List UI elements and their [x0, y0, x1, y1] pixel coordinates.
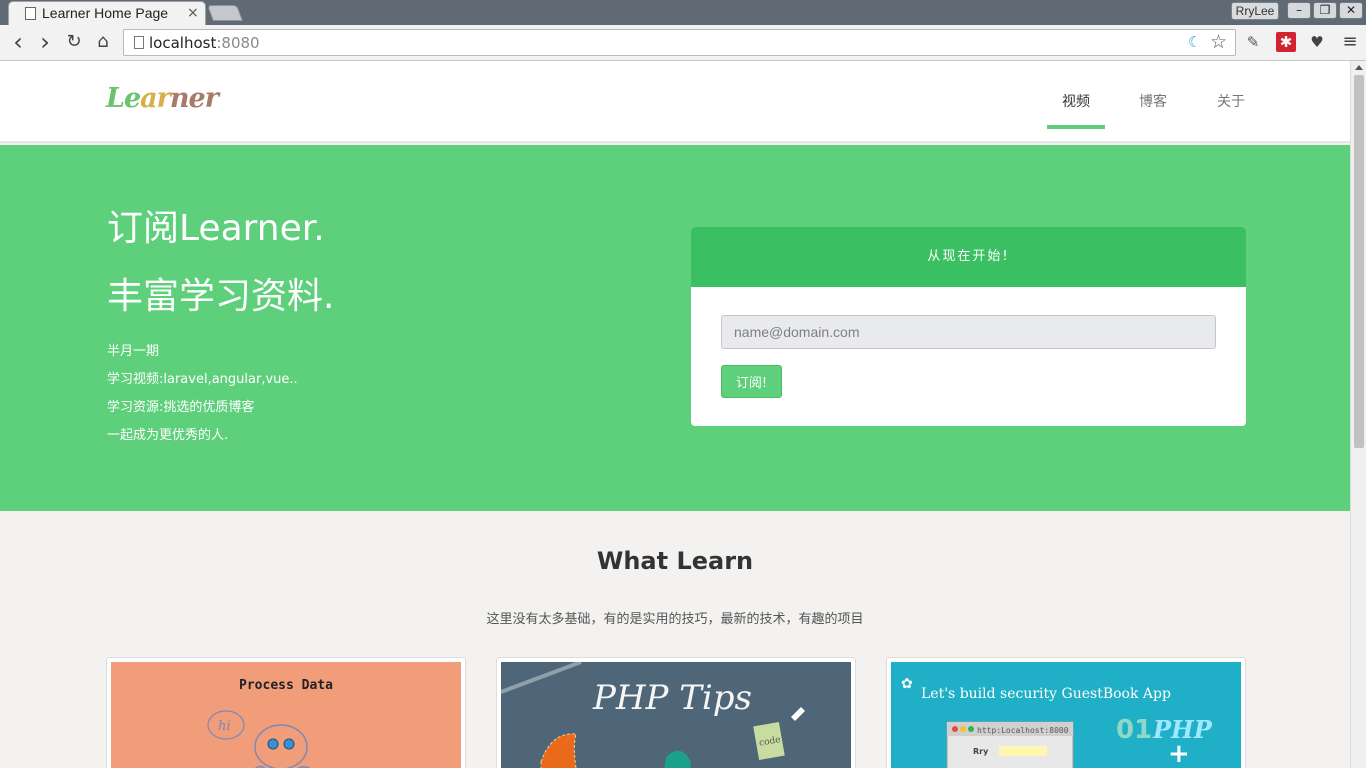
tab-title: Learner Home Page — [42, 5, 169, 21]
browser-toolbar: ‹ › ↻ ⌂ localhost:8080 ☾ ☆ ✎ ✱ ♥ ≡ — [0, 25, 1366, 61]
learner-logo[interactable]: Learner — [106, 83, 219, 114]
svg-text:+: + — [1168, 739, 1190, 768]
reload-icon[interactable]: ↻ — [63, 31, 85, 53]
svg-text:http:Localhost:8000: http:Localhost:8000 — [977, 726, 1069, 735]
scroll-up-icon[interactable] — [1355, 65, 1363, 70]
nav-about[interactable]: 关于 — [1217, 91, 1245, 111]
page-info-icon[interactable] — [134, 36, 144, 49]
restore-button[interactable]: ❐ — [1313, 2, 1337, 19]
subscribe-card: 从现在开始! 订阅! — [691, 227, 1246, 426]
page-scrollbar[interactable] — [1350, 61, 1366, 768]
hero-headline-2: 丰富学习资料. — [107, 276, 335, 317]
forward-icon[interactable]: › — [34, 30, 56, 54]
hero-headline-1: 订阅Learner. — [107, 208, 325, 249]
course-card-php-tips[interactable]: code PHP Tips — [496, 657, 856, 768]
course-thumbnail: Process Data hi — [111, 662, 461, 768]
browser-titlebar: Learner Home Page × RryLee – ❐ ✕ — [0, 0, 1366, 25]
hero-line-4: 一起成为更优秀的人. — [107, 428, 229, 443]
octopus-illustration-icon: hi — [207, 710, 311, 768]
menu-icon[interactable]: ≡ — [1340, 32, 1360, 52]
hero-line-2: 学习视频:laravel,angular,vue.. — [107, 372, 298, 387]
url-text: localhost:8080 — [149, 34, 260, 52]
site-navbar: Learner 视频 博客 关于 — [0, 61, 1350, 143]
svg-text:01: 01 — [1116, 715, 1152, 745]
svg-text:hi: hi — [218, 719, 231, 734]
subscribe-button[interactable]: 订阅! — [721, 365, 782, 398]
course-thumbnail: ✿ Let's build security GuestBook App htt… — [891, 662, 1241, 768]
course-thumbnail: code PHP Tips — [501, 662, 851, 768]
scrollbar-thumb[interactable] — [1354, 75, 1364, 448]
course-card-process-data[interactable]: Process Data hi — [106, 657, 466, 768]
active-nav-indicator — [1047, 125, 1105, 129]
thumbnail-label: PHP Tips — [593, 678, 752, 718]
section-subtitle: 这里没有太多基础，有的是实用的技巧，最新的技术，有趣的项目 — [486, 612, 864, 627]
address-bar[interactable]: localhost:8080 ☾ ☆ — [123, 29, 1236, 56]
wave-extension-icon[interactable]: ☾ — [1188, 33, 1201, 51]
course-card-guestbook[interactable]: ✿ Let's build security GuestBook App htt… — [886, 657, 1246, 768]
profile-badge[interactable]: RryLee — [1231, 2, 1279, 20]
logo-part-2: ar — [140, 83, 171, 114]
logo-part-1: Le — [106, 83, 141, 114]
hero-line-1: 半月一期 — [107, 344, 160, 359]
hero-section: 订阅Learner. 丰富学习资料. 半月一期 学习视频:laravel,ang… — [0, 145, 1350, 511]
url-host: localhost — [149, 34, 217, 52]
home-icon[interactable]: ⌂ — [92, 31, 114, 53]
hero-line-3: 学习资源:挑选的优质博客 — [107, 400, 255, 415]
guestbook-artwork-icon: http:Localhost:8000 Rry 01 PHP + 02 — [946, 715, 1213, 768]
minimize-button[interactable]: – — [1287, 2, 1311, 19]
nav-videos[interactable]: 视频 — [1062, 91, 1090, 111]
close-window-button[interactable]: ✕ — [1339, 2, 1363, 19]
nav-blog[interactable]: 博客 — [1139, 91, 1167, 111]
subscribe-heading: 从现在开始! — [691, 227, 1246, 287]
tab-close-icon[interactable]: × — [187, 5, 199, 21]
page-icon — [25, 7, 36, 20]
eyedropper-extension-icon[interactable]: ✎ — [1243, 32, 1263, 52]
pocket-extension-icon[interactable]: ♥ — [1307, 32, 1327, 52]
section-title: What Learn — [596, 547, 754, 575]
email-input[interactable] — [721, 315, 1216, 349]
browser-tab[interactable]: Learner Home Page × — [8, 1, 206, 25]
lastpass-extension-icon[interactable]: ✱ — [1276, 32, 1296, 52]
new-tab-button[interactable] — [207, 5, 243, 21]
back-icon[interactable]: ‹ — [7, 30, 29, 54]
bookmark-star-icon[interactable]: ☆ — [1210, 31, 1227, 53]
logo-part-3: ner — [169, 83, 219, 114]
svg-text:Rry: Rry — [973, 747, 989, 756]
url-port: :8080 — [216, 34, 260, 52]
page-viewport: Learner 视频 博客 关于 订阅Learner. 丰富学习资料. 半月一期… — [0, 61, 1350, 768]
